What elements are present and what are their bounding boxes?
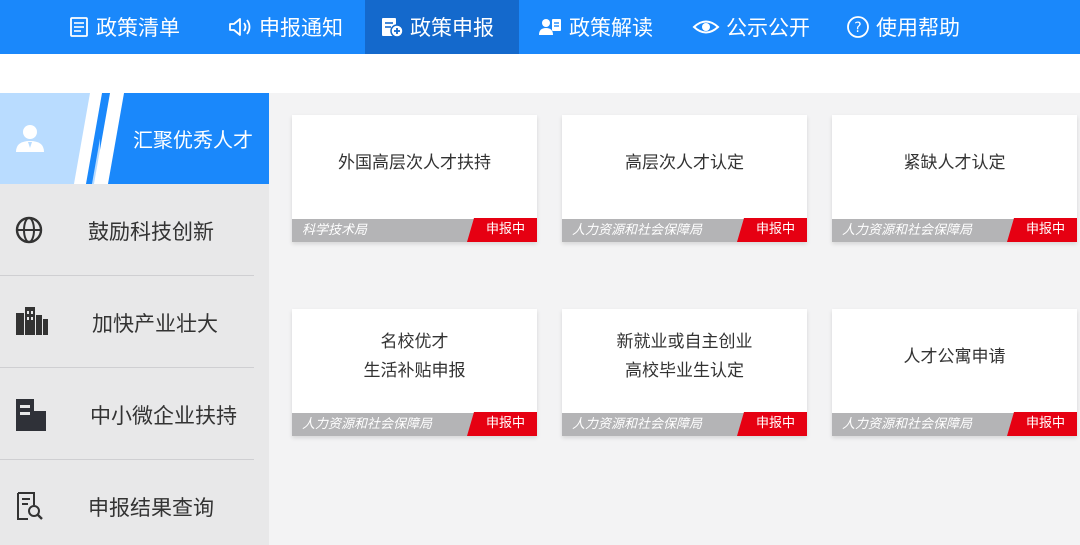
card-title: 外国高层次人才扶持 <box>292 115 537 217</box>
sidebar-item-industry[interactable]: 加快产业壮大 <box>0 277 254 368</box>
card-title-line: 紧缺人才认定 <box>903 152 1006 173</box>
sidebar-item-result-query[interactable]: 申报结果查询 <box>0 461 254 545</box>
person-card-icon <box>539 19 561 35</box>
sidebar: 汇聚优秀人才 鼓励科技创新 加快产业壮大 中小微企业扶持 申报结果查询 <box>0 93 269 545</box>
policy-card[interactable]: 高层次人才认定 人力资源和社会保障局 申报中 <box>562 115 807 242</box>
sidebar-item-label: 汇聚优秀人才 <box>133 128 253 152</box>
nav-label: 政策清单 <box>96 16 180 40</box>
card-title-line: 外国高层次人才扶持 <box>338 152 491 173</box>
card-footer: 人力资源和社会保障局 申报中 <box>292 412 537 436</box>
city-buildings-icon <box>16 307 48 335</box>
svg-text:?: ? <box>854 20 861 36</box>
nav-label: 政策申报 <box>410 16 494 40</box>
sidebar-item-innovation[interactable]: 鼓励科技创新 <box>0 185 254 276</box>
card-title-line: 新就业或自主创业 <box>616 332 753 352</box>
sidebar-item-label: 加快产业壮大 <box>92 311 218 336</box>
card-title-line: 人才公寓申请 <box>903 346 1006 367</box>
status-badge: 申报中 <box>737 412 807 436</box>
status-badge: 申报中 <box>467 412 537 436</box>
sidebar-item-label: 鼓励科技创新 <box>88 219 214 244</box>
sidebar-item-label: 申报结果查询 <box>88 495 214 520</box>
nav-label: 公示公开 <box>726 16 810 40</box>
card-department: 人力资源和社会保障局 <box>572 417 703 432</box>
person-icon <box>16 125 44 152</box>
nav-item-policy-list[interactable]: 政策清单 <box>68 0 180 54</box>
card-title-line: 名校优才 <box>380 332 449 352</box>
card-title-line: 高校毕业生认定 <box>625 361 744 381</box>
card-title-line: 高层次人才认定 <box>625 152 744 173</box>
status-badge: 申报中 <box>467 218 537 242</box>
card-title: 新就业或自主创业 高校毕业生认定 <box>562 309 807 411</box>
building-icon <box>16 399 46 431</box>
nav-item-interpretation[interactable]: 政策解读 <box>537 0 653 54</box>
sidebar-item-label: 中小微企业扶持 <box>90 403 237 428</box>
card-footer: 人力资源和社会保障局 申报中 <box>562 218 807 242</box>
list-icon <box>70 17 88 37</box>
policy-card[interactable]: 外国高层次人才扶持 科学技术局 申报中 <box>292 115 537 242</box>
card-department: 人力资源和社会保障局 <box>842 223 973 238</box>
card-title: 紧缺人才认定 <box>832 115 1077 217</box>
status-badge: 申报中 <box>1007 218 1077 242</box>
status-badge: 申报中 <box>737 218 807 242</box>
question-circle-icon: ? <box>847 16 869 38</box>
status-badge: 申报中 <box>1007 412 1077 436</box>
globe-icon <box>15 216 43 244</box>
form-add-icon <box>382 18 404 38</box>
card-footer: 科学技术局 申报中 <box>292 218 537 242</box>
card-department: 人力资源和社会保障局 <box>842 417 973 432</box>
speaker-icon <box>229 18 251 36</box>
card-footer: 人力资源和社会保障局 申报中 <box>562 412 807 436</box>
sidebar-item-talent[interactable]: 汇聚优秀人才 <box>0 93 269 184</box>
document-search-icon <box>17 492 43 520</box>
eye-icon <box>692 20 720 34</box>
top-nav: 政策清单 申报通知 政策申报 政策解读 公示公开 ? 使用帮助 <box>0 0 1080 54</box>
card-footer: 人力资源和社会保障局 申报中 <box>832 218 1077 242</box>
nav-item-help[interactable]: ? 使用帮助 <box>846 0 960 54</box>
card-department: 人力资源和社会保障局 <box>572 223 703 238</box>
policy-card[interactable]: 人才公寓申请 人力资源和社会保障局 申报中 <box>832 309 1077 436</box>
nav-label: 申报通知 <box>259 16 343 40</box>
policy-card[interactable]: 名校优才 生活补贴申报 人力资源和社会保障局 申报中 <box>292 309 537 436</box>
sidebar-item-sme[interactable]: 中小微企业扶持 <box>0 369 254 460</box>
card-title: 高层次人才认定 <box>562 115 807 217</box>
card-title-line: 生活补贴申报 <box>363 361 466 381</box>
nav-item-policy-apply[interactable]: 政策申报 <box>365 0 519 54</box>
nav-label: 使用帮助 <box>876 16 960 40</box>
policy-card[interactable]: 新就业或自主创业 高校毕业生认定 人力资源和社会保障局 申报中 <box>562 309 807 436</box>
nav-item-notice[interactable]: 申报通知 <box>227 0 343 54</box>
card-department: 科学技术局 <box>302 223 368 238</box>
top-spacer-bar <box>0 54 1080 93</box>
nav-label: 政策解读 <box>569 16 653 40</box>
card-department: 人力资源和社会保障局 <box>302 417 433 432</box>
policy-card[interactable]: 紧缺人才认定 人力资源和社会保障局 申报中 <box>832 115 1077 242</box>
card-title: 人才公寓申请 <box>832 309 1077 411</box>
nav-item-publicity[interactable]: 公示公开 <box>692 0 810 54</box>
card-title: 名校优才 生活补贴申报 <box>292 309 537 411</box>
card-footer: 人力资源和社会保障局 申报中 <box>832 412 1077 436</box>
